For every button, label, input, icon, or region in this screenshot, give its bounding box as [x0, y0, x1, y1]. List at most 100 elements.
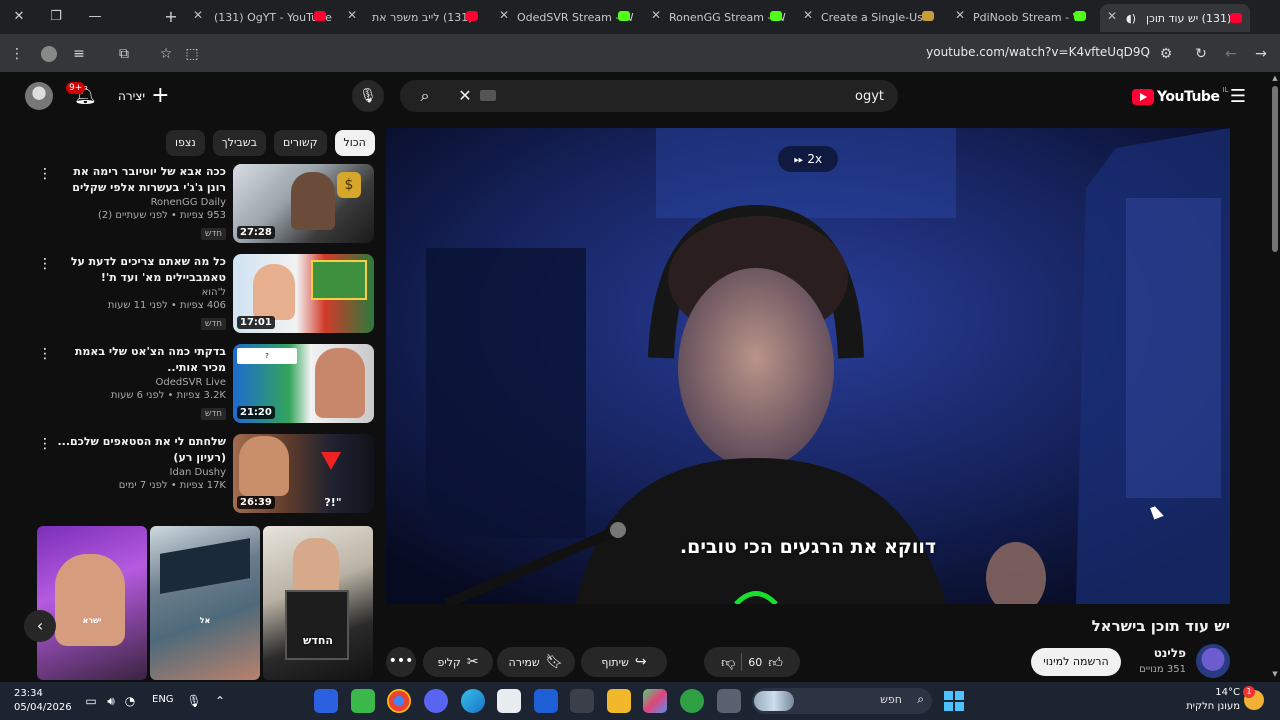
app-icon[interactable]	[314, 689, 338, 713]
browser-tab[interactable]: ✕ OdedSVR Stream - W	[494, 6, 640, 28]
related-channel[interactable]: OdedSVR Live	[56, 377, 226, 388]
short-item[interactable]: ישרא	[37, 526, 147, 680]
file-explorer-icon[interactable]	[607, 689, 631, 713]
create-button[interactable]: + יצירה	[118, 84, 170, 108]
tab-close-icon[interactable]: ✕	[344, 8, 360, 26]
video-thumbnail[interactable]: 17:01	[233, 254, 374, 333]
extensions-icon[interactable]: ≡	[68, 43, 90, 65]
install-app-icon[interactable]: ⬚	[181, 43, 203, 65]
chip-watched[interactable]: נצפו	[166, 130, 205, 156]
short-item[interactable]: החדש	[263, 526, 373, 680]
search-input[interactable]	[514, 86, 884, 106]
account-avatar[interactable]	[25, 82, 53, 110]
new-tab-icon[interactable]: +	[160, 6, 182, 28]
mic-tray-icon[interactable]: 🎙︎	[185, 692, 203, 710]
related-channel[interactable]: RonenGG Daily	[56, 197, 226, 208]
related-title[interactable]: בדקתי כמה הצ'אט שלי באמת מכיר אותי..	[56, 344, 226, 376]
tab-close-icon[interactable]: ✕	[496, 8, 512, 26]
app-icon[interactable]	[717, 689, 741, 713]
site-settings-icon[interactable]: ⚙	[1155, 43, 1177, 65]
browser-tab[interactable]: ✕ (131) לייב משפר את	[342, 6, 488, 28]
wifi-icon[interactable]: ◔	[121, 692, 139, 710]
like-icon[interactable]: 👍︎	[768, 654, 783, 671]
store-icon[interactable]	[497, 689, 521, 713]
chrome-icon[interactable]	[387, 689, 411, 713]
chip-for-you[interactable]: בשבילך	[212, 130, 266, 156]
browser-tab-active[interactable]: ✕ ◖) (131) יש עוד תוכן	[1100, 4, 1250, 32]
related-title[interactable]: שלחתם לי את הסטאפים שלכם... (רעיון רע)	[56, 434, 226, 466]
restore-window-icon[interactable]: ❐	[45, 6, 67, 28]
voice-search-mic-icon[interactable]: 🎙︎	[352, 80, 384, 112]
app-icon[interactable]	[570, 689, 594, 713]
related-video[interactable]: ? 21:20 בדקתי כמה הצ'אט שלי באמת מכיר או…	[36, 344, 374, 424]
related-channel[interactable]: Idan Dushy	[56, 467, 226, 478]
youtube-logo[interactable]: YouTube IL	[1132, 86, 1228, 108]
clip-button[interactable]: קליפ ✂	[423, 647, 493, 677]
browser-tab[interactable]: ✕ (131) OgYT - YouTube	[190, 6, 336, 28]
url-field[interactable]: youtube.com/watch?v=K4vfteUqD9Q	[740, 45, 1150, 59]
share-button[interactable]: שיתוף ↪	[581, 647, 667, 677]
tab-close-icon[interactable]: ✕	[800, 8, 816, 26]
chip-related[interactable]: קשורים	[273, 130, 327, 156]
app-icon[interactable]	[534, 689, 558, 713]
weather-widget[interactable]: 14°C מעונן חלקית	[1180, 686, 1240, 714]
page-scrollbar[interactable]: ▲ ▼	[1270, 72, 1280, 682]
related-video[interactable]: ?!" 26:39 שלחתם לי את הסטאפים שלכם... (ר…	[36, 434, 374, 514]
reload-icon[interactable]: ↻	[1190, 43, 1212, 65]
xbox-icon[interactable]	[680, 689, 704, 713]
shorts-prev-button[interactable]: ‹	[24, 610, 56, 642]
video-thumbnail[interactable]: ? 21:20	[233, 344, 374, 423]
scroll-up-icon[interactable]: ▲	[1271, 74, 1279, 82]
chip-all[interactable]: הכול	[334, 130, 375, 156]
system-clock[interactable]: 23:34 05/04/2026	[14, 687, 72, 715]
clear-search-icon[interactable]: ✕	[454, 85, 476, 107]
dislike-icon[interactable]: 👎︎	[721, 654, 735, 671]
back-icon[interactable]: →	[1250, 43, 1272, 65]
subscribe-button[interactable]: הרשמה למינוי	[1031, 648, 1121, 676]
more-menu-icon[interactable]: ⋮	[6, 43, 28, 65]
forward-icon[interactable]: ←	[1220, 43, 1242, 65]
channel-avatar[interactable]	[1196, 644, 1230, 678]
scroll-down-icon[interactable]: ▼	[1271, 670, 1279, 678]
battery-icon[interactable]: ▭	[82, 692, 100, 710]
language-indicator[interactable]: ENG	[152, 694, 174, 705]
short-item[interactable]: אל	[150, 526, 260, 680]
search-icon[interactable]: ⌕	[414, 85, 436, 107]
taskbar-search[interactable]: חפש ⌕	[752, 688, 932, 714]
tab-close-icon[interactable]: ✕	[952, 8, 968, 26]
related-video[interactable]: 17:01 כל מה שאתם צריכים לדעת על טאמבבייל…	[36, 254, 374, 334]
chevron-up-icon[interactable]: ⌃	[211, 692, 229, 710]
scrollbar-thumb[interactable]	[1272, 86, 1278, 252]
video-thumbnail[interactable]: $ 27:28	[233, 164, 374, 243]
related-title[interactable]: ככה אבא של יוטיובר רימה את רונן ג'ג'י בע…	[56, 164, 226, 196]
more-actions-icon[interactable]: ⋮	[38, 346, 52, 362]
related-channel[interactable]: ל'הוא	[56, 287, 226, 298]
browser-tab[interactable]: ✕ RonenGG Stream - W	[646, 6, 792, 28]
tab-close-icon[interactable]: ✕	[1104, 9, 1120, 27]
tab-close-icon[interactable]: ✕	[190, 8, 206, 26]
related-title[interactable]: כל מה שאתם צריכים לדעת על טאמבביילים מא'…	[56, 254, 226, 286]
more-actions-icon[interactable]: ⋮	[38, 256, 52, 272]
browser-tab[interactable]: ✕ PdiNoob Stream - W	[950, 6, 1096, 28]
close-window-icon[interactable]: ✕	[8, 6, 30, 28]
more-actions-icon[interactable]: ⋮	[38, 166, 52, 182]
profile-avatar[interactable]	[38, 43, 60, 65]
keyboard-icon[interactable]	[480, 90, 496, 101]
more-actions-icon[interactable]: •••	[386, 647, 416, 677]
discord-icon[interactable]	[424, 689, 448, 713]
app-icon[interactable]	[351, 689, 375, 713]
bookmark-star-icon[interactable]: ☆	[155, 43, 177, 65]
edge-icon[interactable]	[461, 689, 485, 713]
related-video[interactable]: $ 27:28 ככה אבא של יוטיובר רימה את רונן …	[36, 164, 374, 244]
minimize-window-icon[interactable]: —	[84, 6, 106, 28]
video-thumbnail[interactable]: ?!" 26:39	[233, 434, 374, 513]
hamburger-menu-icon[interactable]: ☰	[1227, 86, 1249, 108]
browser-tab[interactable]: ✕ Create a Single-Use	[798, 6, 944, 28]
windows-start-icon[interactable]	[944, 691, 964, 711]
tab-close-icon[interactable]: ✕	[648, 8, 664, 26]
puzzle-icon[interactable]: ⧉	[113, 43, 135, 65]
copilot-icon[interactable]	[643, 689, 667, 713]
more-actions-icon[interactable]: ⋮	[38, 436, 52, 452]
save-button[interactable]: שמירה 🔖︎	[497, 647, 575, 677]
video-player[interactable]: ⏩︎ 2x דווקא את הרגעים הכי טובים.	[386, 128, 1230, 604]
